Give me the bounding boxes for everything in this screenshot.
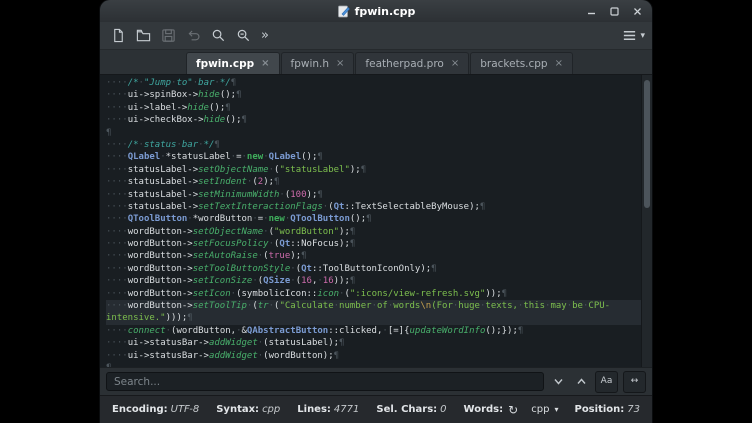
code-line: ····wordButton->setFocusPolicy·(Qt::NoFo… bbox=[106, 238, 652, 250]
minimize-button[interactable] bbox=[585, 5, 597, 17]
code-line: ····wordButton->setIconSize·(QSize·(16,·… bbox=[106, 275, 652, 287]
open-file-button[interactable] bbox=[132, 25, 154, 46]
code-lines[interactable]: ····/*·"Jump·to"·bar·*/¶····ui->spinBox-… bbox=[100, 75, 652, 367]
scrollbar-thumb[interactable] bbox=[644, 80, 650, 208]
menu-arrow-icon: ▾ bbox=[640, 31, 645, 41]
code-line: ····statusLabel->setTextInteractionFlags… bbox=[106, 201, 652, 213]
status-item-lines: Lines:4771 bbox=[297, 404, 359, 415]
code-line: ····statusLabel->setMinimumWidth·(100);¶ bbox=[106, 189, 652, 201]
match-case-button[interactable]: Aa bbox=[595, 371, 618, 393]
code-line: ····QLabel·*statusLabel·=·new·QLabel();¶ bbox=[106, 151, 652, 163]
tab-close-icon[interactable]: × bbox=[451, 58, 459, 69]
search-input[interactable] bbox=[106, 372, 544, 391]
syntax-selector[interactable]: cpp ▾ bbox=[531, 404, 558, 415]
code-line: ····wordButton->setObjectName·("wordButt… bbox=[106, 226, 652, 238]
status-item-words: Words:↻ bbox=[464, 403, 519, 417]
menu-button[interactable]: ▾ bbox=[622, 29, 645, 42]
status-item-sel-chars: Sel. Chars:0 bbox=[376, 404, 446, 415]
syntax-selector-value: cpp bbox=[531, 404, 549, 415]
tab-close-icon[interactable]: × bbox=[261, 58, 269, 69]
code-line: ····ui->statusBar->addWidget·(statusLabe… bbox=[106, 337, 652, 349]
close-button[interactable] bbox=[631, 5, 643, 17]
app-document-icon bbox=[337, 5, 350, 18]
tab-featherpad-pro[interactable]: featherpad.pro × bbox=[355, 52, 469, 74]
tab-label: fpwin.h bbox=[291, 58, 330, 70]
chevron-down-icon: ▾ bbox=[554, 405, 558, 414]
tab-label: fpwin.cpp bbox=[196, 58, 254, 70]
status-item-encoding: Encoding:UTF-8 bbox=[112, 404, 199, 415]
code-line: ····wordButton->setToolButtonStyle·(Qt::… bbox=[106, 263, 652, 275]
new-document-button[interactable] bbox=[107, 25, 129, 46]
tab-fpwin-cpp[interactable]: fpwin.cpp × bbox=[186, 52, 280, 74]
status-item-syntax: Syntax:cpp bbox=[216, 404, 280, 415]
editor-window: fpwin.cpp bbox=[100, 0, 652, 423]
undo-button[interactable] bbox=[182, 25, 204, 46]
code-line: ¶ bbox=[106, 127, 652, 139]
code-line: ····statusLabel->setObjectName·("statusL… bbox=[106, 164, 652, 176]
position-value: 73 bbox=[627, 404, 640, 415]
toolbar-overflow-icon[interactable]: » bbox=[257, 28, 273, 43]
status-bar: Encoding:UTF-8 Syntax:cpp Lines:4771 Sel. C… bbox=[100, 395, 652, 423]
code-line: ····/*·status·bar·*/¶ bbox=[106, 139, 652, 151]
search-next-button[interactable] bbox=[549, 372, 567, 391]
position-label: Position: bbox=[574, 404, 624, 415]
vertical-scrollbar[interactable] bbox=[641, 75, 652, 367]
code-line: ····wordButton->setAutoRaise·(true);¶ bbox=[106, 250, 652, 262]
code-line: ····ui->label->hide();¶ bbox=[106, 102, 652, 114]
tab-label: brackets.cpp bbox=[480, 58, 547, 70]
search-bar: Aa ↔ bbox=[100, 367, 652, 395]
find-button[interactable] bbox=[207, 25, 229, 46]
save-file-button[interactable] bbox=[157, 25, 179, 46]
refresh-words-icon[interactable]: ↻ bbox=[508, 403, 518, 417]
whole-word-icon: ↔ bbox=[631, 377, 639, 386]
whole-word-button[interactable]: ↔ bbox=[623, 371, 646, 393]
tab-brackets-cpp[interactable]: brackets.cpp × bbox=[470, 52, 573, 74]
code-line: ····wordButton->setToolTip·(tr·("Calcula… bbox=[106, 300, 642, 312]
tab-label: featherpad.pro bbox=[365, 58, 443, 70]
tab-close-icon[interactable]: × bbox=[336, 58, 344, 69]
code-area[interactable]: ····/*·"Jump·to"·bar·*/¶····ui->spinBox-… bbox=[100, 74, 652, 367]
code-line: intensive.")));¶ bbox=[106, 312, 642, 324]
code-line: ····ui->statusBar->addWidget·(wordButton… bbox=[106, 350, 652, 362]
tab-close-icon[interactable]: × bbox=[555, 58, 563, 69]
tab-fpwin-h[interactable]: fpwin.h × bbox=[281, 52, 355, 74]
find-and-replace-button[interactable] bbox=[232, 25, 254, 46]
code-line: ····QToolButton·*wordButton·=·new·QToolB… bbox=[106, 213, 652, 225]
code-line: ····wordButton->setIcon·(symbolicIcon::i… bbox=[106, 288, 652, 300]
statusbar-items: Encoding:UTF-8 Syntax:cpp Lines:4771 Sel. C… bbox=[112, 403, 518, 417]
titlebar: fpwin.cpp bbox=[100, 0, 652, 22]
code-line: ····statusLabel->setIndent·(2);¶ bbox=[106, 176, 652, 188]
code-line: ····ui->checkBox->hide();¶ bbox=[106, 114, 652, 126]
match-case-icon: Aa bbox=[601, 377, 613, 386]
code-line: ····ui->spinBox->hide();¶ bbox=[106, 89, 652, 101]
code-line: ····/*·"Jump·to"·bar·*/¶ bbox=[106, 77, 652, 89]
code-line: ¶ bbox=[106, 362, 652, 367]
maximize-button[interactable] bbox=[608, 5, 620, 17]
toolbar: » ▾ bbox=[100, 22, 652, 50]
tab-bar: fpwin.cpp×fpwin.h×featherpad.pro×bracket… bbox=[100, 50, 652, 74]
cursor-position: Position: 73 bbox=[574, 404, 640, 415]
window-title: fpwin.cpp bbox=[355, 5, 416, 18]
code-line: ····connect·(wordButton,·&QAbstractButto… bbox=[106, 325, 652, 337]
search-previous-button[interactable] bbox=[572, 372, 590, 391]
